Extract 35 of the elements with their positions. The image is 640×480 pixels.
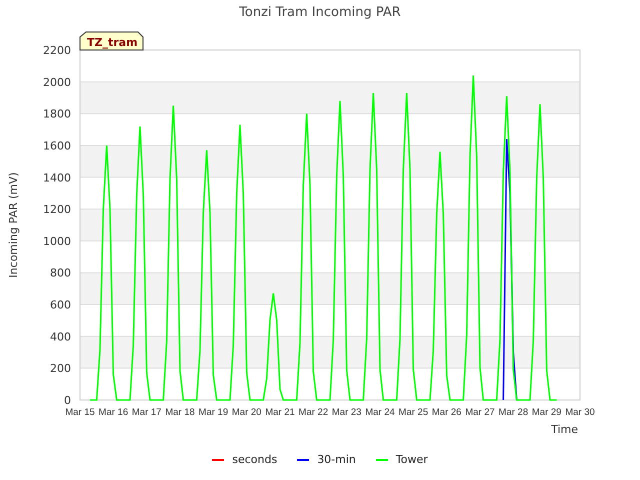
x-tick-label: Mar 19	[198, 407, 228, 418]
y-tick-label: 800	[50, 266, 71, 280]
x-axis-label: Time	[551, 423, 578, 436]
x-tick-label: Mar 23	[332, 407, 362, 418]
x-tick-label: Mar 30	[565, 407, 595, 418]
x-tick-label: Mar 24	[365, 407, 395, 418]
x-tick-label: Mar 18	[165, 407, 195, 418]
chart-title: Tonzi Tram Incoming PAR	[239, 5, 401, 20]
x-tick-label: Mar 26	[432, 407, 462, 418]
y-tick-label: 200	[50, 362, 71, 376]
y-tick-label: 2200	[43, 44, 71, 57]
x-tick-label: Mar 29	[532, 407, 562, 418]
legend-label: 30-min	[317, 453, 356, 466]
x-tick-label: Mar 28	[498, 407, 528, 418]
y-axis-label: Incoming PAR (mV)	[7, 172, 20, 278]
y-tick-label: 1200	[43, 203, 71, 216]
x-tick-label: Mar 25	[398, 407, 428, 418]
x-tick-label: Mar 15	[65, 407, 95, 418]
x-tick-label: Mar 21	[265, 407, 295, 418]
y-tick-label: 600	[50, 298, 71, 312]
x-tick-label: Mar 20	[232, 407, 262, 418]
y-tick-label: 1600	[43, 139, 71, 152]
site-tag: TZ_tram	[80, 32, 144, 50]
y-tick-label: 1400	[43, 171, 71, 184]
x-tick-label: Mar 27	[465, 407, 495, 418]
x-tick-label: Mar 22	[298, 407, 328, 418]
y-tick-label: 0	[64, 394, 71, 407]
x-tick-label: Mar 16	[98, 407, 128, 418]
y-tick-label: 2000	[43, 76, 71, 89]
legend-label: Tower	[396, 453, 428, 466]
x-tick-label: Mar 17	[132, 407, 162, 418]
y-tick-label: 400	[50, 330, 71, 344]
y-tick-label: 1000	[43, 234, 71, 248]
y-tick-label: 1800	[43, 108, 71, 121]
legend-label: seconds	[232, 453, 278, 466]
